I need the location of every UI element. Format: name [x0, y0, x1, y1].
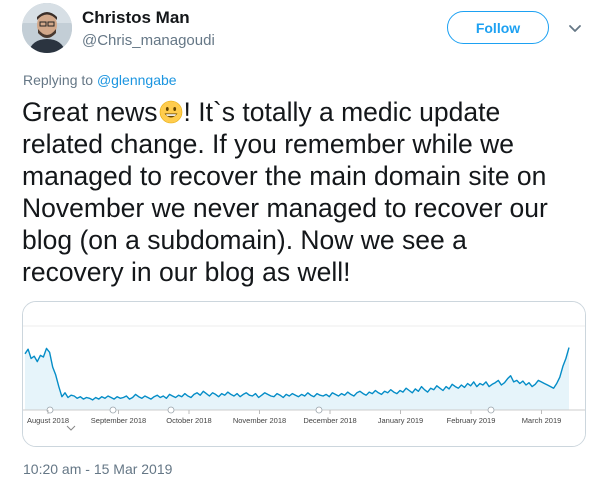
author-name[interactable]: Christos Man [82, 8, 190, 28]
x-tick-label: December 2018 [303, 416, 356, 425]
tweet-line: managed to recover the main domain site … [22, 161, 547, 191]
attached-image[interactable]: August 2018 September 2018 October 2018 Nov… [22, 301, 586, 447]
tweet-line: blog (on a subdomain). Now we see a [22, 225, 467, 255]
tweet-line: November we never managed to recover our [22, 193, 548, 223]
tweet-line: Great news ! It`s totally a medic update [22, 96, 602, 128]
tweet-text-part: ! It`s totally a medic update [183, 97, 501, 127]
annotation-marker [167, 406, 175, 414]
author-handle[interactable]: @Chris_managoudi [82, 32, 215, 49]
x-tick-label: August 2018 [27, 416, 69, 425]
replying-to: Replying to @glenngabe [23, 72, 177, 88]
replying-prefix: Replying to [23, 72, 97, 88]
tweet-line: related change. If you remember while we [22, 129, 514, 159]
annotation-marker [487, 406, 495, 414]
tweet-text: Great news ! It`s totally a medic update… [22, 96, 602, 288]
x-tick-label: January 2019 [378, 416, 423, 425]
annotation-marker [315, 406, 323, 414]
annotation-marker [109, 406, 117, 414]
tweet-timestamp[interactable]: 10:20 am - 15 Mar 2019 [23, 461, 172, 477]
x-tick-label: October 2018 [166, 416, 211, 425]
x-tick-label: September 2018 [91, 416, 146, 425]
traffic-chart: August 2018 September 2018 October 2018 Nov… [23, 302, 585, 446]
avatar-photo [22, 3, 72, 53]
x-tick-label: November 2018 [233, 416, 286, 425]
avatar[interactable] [22, 3, 72, 53]
x-tick-label: March 2019 [522, 416, 562, 425]
tweet-text-part: Great news [22, 97, 158, 127]
follow-button[interactable]: Follow [447, 11, 549, 44]
reply-user-link[interactable]: @glenngabe [97, 72, 177, 88]
tweet-line: recovery in our blog as well! [22, 257, 351, 287]
chevron-down-icon[interactable] [567, 20, 583, 36]
grinning-face-icon [159, 100, 182, 124]
x-tick-label: February 2019 [447, 416, 496, 425]
